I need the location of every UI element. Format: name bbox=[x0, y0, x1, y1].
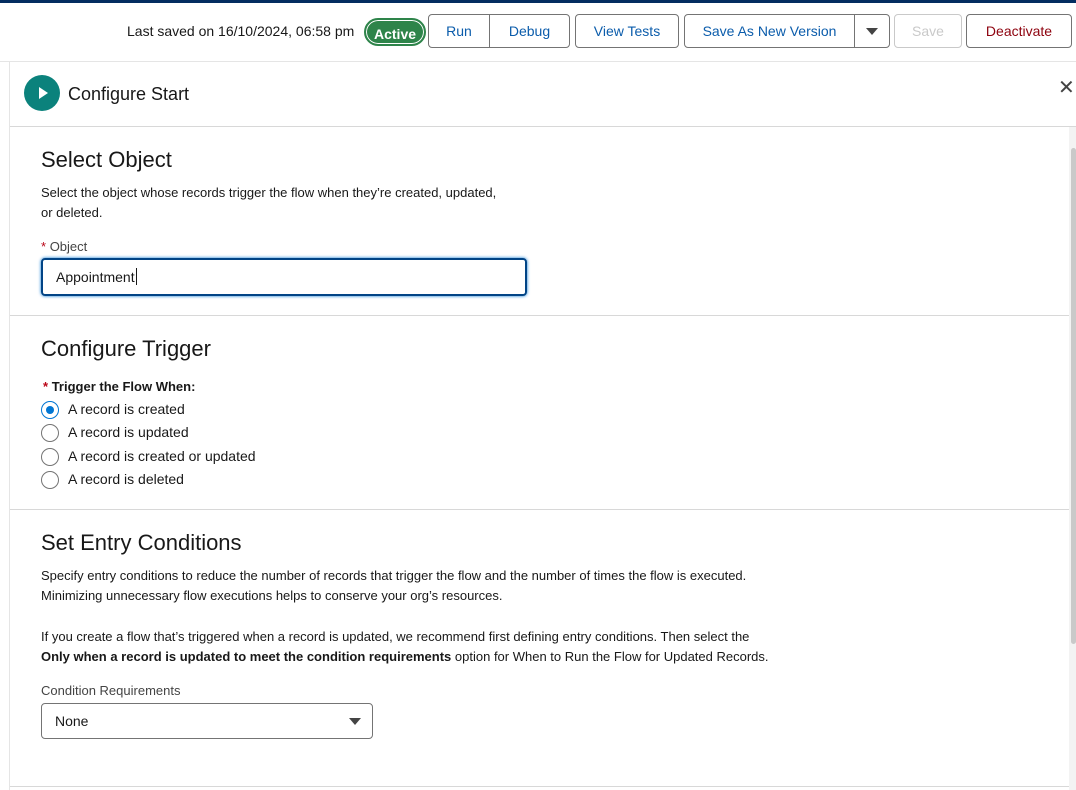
emphasized-option-text: Only when a record is updated to meet th… bbox=[41, 649, 452, 664]
entry-conditions-recommendation: If you create a flow that’s triggered wh… bbox=[41, 627, 769, 667]
debug-button[interactable]: Debug bbox=[489, 14, 570, 48]
panel-title: Configure Start bbox=[68, 84, 190, 104]
object-field-label: * Object bbox=[41, 239, 87, 254]
configure-trigger-section: Configure Trigger * Trigger the Flow Whe… bbox=[10, 316, 1069, 510]
required-asterisk: * bbox=[41, 239, 47, 254]
radio-label: A record is updated bbox=[68, 424, 189, 440]
object-label-text: Object bbox=[49, 239, 88, 254]
condition-requirements-label: Condition Requirements bbox=[41, 683, 181, 698]
chevron-down-icon bbox=[349, 718, 361, 725]
flow-toolbar: Last saved on 16/10/2024, 06:58 pm Activ… bbox=[0, 3, 1076, 62]
radio-label: A record is deleted bbox=[68, 471, 184, 487]
trigger-field-label: * Trigger the Flow When: bbox=[43, 379, 195, 394]
entry-conditions-section: Set Entry Conditions Specify entry condi… bbox=[10, 510, 1069, 787]
object-input-value: Appointment bbox=[56, 269, 135, 285]
description-line: or deleted. bbox=[41, 205, 103, 220]
description-text: option for When to Run the Flow for Upda… bbox=[451, 649, 769, 664]
radio-label: A record is created or updated bbox=[68, 448, 256, 464]
status-badge: Active bbox=[364, 18, 427, 46]
panel-header: Configure Start ✕ bbox=[10, 62, 1076, 127]
radio-button[interactable] bbox=[41, 401, 59, 419]
save-button: Save bbox=[894, 14, 962, 48]
deactivate-button[interactable]: Deactivate bbox=[966, 14, 1072, 48]
description-line: Select the object whose records trigger … bbox=[41, 185, 497, 200]
section-title-entry-conditions: Set Entry Conditions bbox=[41, 530, 242, 555]
close-icon[interactable]: ✕ bbox=[1058, 78, 1075, 98]
radio-label: A record is created bbox=[68, 401, 185, 417]
description-line: If you create a flow that’s triggered wh… bbox=[41, 629, 750, 644]
select-object-description: Select the object whose records trigger … bbox=[41, 183, 496, 223]
text-cursor bbox=[135, 268, 137, 286]
entry-conditions-description: Specify entry conditions to reduce the n… bbox=[41, 566, 746, 606]
select-object-section: Select Object Select the object whose re… bbox=[10, 127, 1069, 316]
chevron-down-icon bbox=[866, 27, 878, 35]
last-saved-text: Last saved on 16/10/2024, 06:58 pm bbox=[127, 23, 355, 39]
run-button[interactable]: Run bbox=[428, 14, 490, 48]
radio-button[interactable] bbox=[41, 448, 59, 466]
object-input[interactable]: Appointment bbox=[41, 258, 527, 296]
select-value: None bbox=[55, 713, 89, 729]
radio-button[interactable] bbox=[41, 424, 59, 442]
condition-requirements-select[interactable]: None bbox=[41, 703, 373, 739]
play-icon bbox=[24, 75, 60, 111]
section-title-configure-trigger: Configure Trigger bbox=[41, 336, 211, 361]
view-tests-button[interactable]: View Tests bbox=[575, 14, 679, 48]
radio-button[interactable] bbox=[41, 471, 59, 489]
trigger-label-text: Trigger the Flow When: bbox=[51, 379, 196, 394]
description-line: Specify entry conditions to reduce the n… bbox=[41, 568, 747, 583]
description-line: Minimizing unnecessary flow executions h… bbox=[41, 588, 503, 603]
scrollbar-thumb[interactable] bbox=[1071, 148, 1076, 644]
required-asterisk: * bbox=[43, 379, 49, 394]
save-as-new-version-button[interactable]: Save As New Version bbox=[684, 14, 855, 48]
save-options-dropdown-button[interactable] bbox=[854, 14, 890, 48]
section-title-select-object: Select Object bbox=[41, 147, 172, 172]
description-line: Only when a record is updated to meet th… bbox=[41, 647, 769, 667]
